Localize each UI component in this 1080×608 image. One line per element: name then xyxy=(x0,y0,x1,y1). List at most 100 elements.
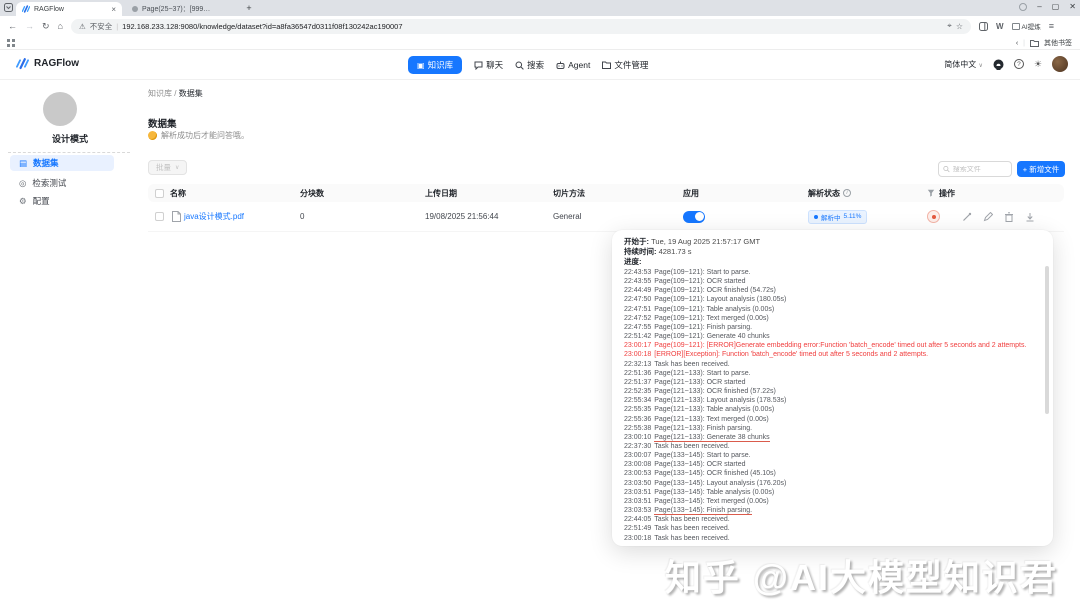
bookmark-star-icon[interactable]: ☆ xyxy=(956,22,963,31)
tab-title: Page(25~37)：[999… xyxy=(142,6,211,13)
theme-sun-icon[interactable]: ☀ xyxy=(1034,59,1042,70)
new-tab-button[interactable]: + xyxy=(244,3,254,13)
tab-close-icon[interactable]: × xyxy=(111,5,116,14)
gear-icon: ⚙ xyxy=(19,195,27,206)
main-nav: ▣ 知识库 聊天 搜索 Agent 文件管理 xyxy=(408,55,648,75)
url-bar[interactable]: ⚠ 不安全 | 192.168.233.128:9080/knowledge/d… xyxy=(70,18,971,34)
tab-favicon-icon xyxy=(132,6,138,12)
sidebar-divider xyxy=(8,152,130,153)
log-line: 22:51:49 Task has been received. xyxy=(624,525,730,533)
enable-toggle[interactable] xyxy=(683,210,705,223)
log-line: 22:55:38 Page(121~133): Finish parsing. xyxy=(624,424,753,432)
log-line: 22:47:50 Page(109~121): Layout analysis (… xyxy=(624,296,787,304)
header-right: 简体中文 ∨ ? ☀ xyxy=(944,56,1068,72)
log-line: 23:03:51 Page(133~145): Text merged (0.00… xyxy=(624,497,769,505)
user-avatar[interactable] xyxy=(1052,56,1068,72)
ragflow-logo[interactable]: RAGFlow xyxy=(16,57,79,70)
sidebar-item-label: 检索测试 xyxy=(32,178,67,188)
browser-menu-icon[interactable]: ≡ xyxy=(1049,21,1054,31)
tab-search-icon[interactable] xyxy=(4,3,14,13)
language-selector[interactable]: 简体中文 ∨ xyxy=(944,59,983,70)
folder-icon xyxy=(602,61,612,69)
help-icon[interactable]: ? xyxy=(1013,59,1024,69)
nav-label: 搜索 xyxy=(527,60,545,70)
stop-parsing-button[interactable] xyxy=(927,210,940,223)
back-icon[interactable]: ← xyxy=(8,21,17,31)
log-line: 22:47:51 Page(109~121): Table analysis (0… xyxy=(624,305,775,313)
nav-chat[interactable]: 聊天 xyxy=(474,59,503,71)
upload-date: 19/08/2025 21:56:44 xyxy=(425,212,499,221)
github-icon[interactable] xyxy=(993,59,1004,70)
col-upload-date: 上传日期 xyxy=(425,188,457,198)
log-line: 23:03:51 Page(133~145): Table analysis (0… xyxy=(624,488,775,496)
other-bookmarks[interactable]: ‹ | 其他书签 xyxy=(1016,37,1072,49)
browser-tab-inactive[interactable]: Page(25~37)：[999… xyxy=(126,2,238,16)
watermark: 知乎 @AI大模型知识君 xyxy=(664,557,1058,598)
dataset-icon: ▤ xyxy=(19,157,28,168)
bulk-label: 批量 xyxy=(156,163,171,172)
browser-profile-icon[interactable] xyxy=(1019,2,1028,11)
forward-icon[interactable]: → xyxy=(25,21,34,31)
log-line: 23:00:08 Page(133~145): OCR started xyxy=(624,461,746,469)
sidebar-item-label: 数据集 xyxy=(33,158,59,168)
edit-pencil-icon[interactable] xyxy=(983,211,993,222)
sidebar-item-retrieval-test[interactable]: ◎ 检索测试 xyxy=(10,175,114,191)
chevron-down-icon: ∨ xyxy=(175,165,180,171)
table-row: java设计模式.pdf 0 19/08/2025 21:56:44 Gener… xyxy=(148,202,1064,232)
ragflow-logo-icon xyxy=(16,58,29,70)
nav-agent[interactable]: Agent xyxy=(556,60,590,70)
bulk-button[interactable]: 批量 ∨ xyxy=(148,160,188,175)
maximize-button[interactable]: ▢ xyxy=(1052,2,1060,11)
breadcrumb-separator: / xyxy=(174,89,177,98)
delete-trash-icon[interactable] xyxy=(1004,211,1014,222)
log-progress-label: 进度: xyxy=(624,257,642,266)
nav-search[interactable]: 搜索 xyxy=(515,59,544,71)
extension-label: AI提炼 xyxy=(1021,24,1041,31)
close-button[interactable]: ✕ xyxy=(1069,2,1076,11)
chevron-left-icon[interactable]: ‹ xyxy=(1016,40,1018,47)
popup-scrollbar-thumb[interactable] xyxy=(1045,266,1049,414)
nav-knowledge-base[interactable]: ▣ 知识库 xyxy=(408,56,463,74)
sidebar-item-config[interactable]: ⚙ 配置 xyxy=(10,193,114,209)
log-line: 23:00:18 [ERROR][Exception]: Function 'ba… xyxy=(624,351,929,359)
status-badge[interactable]: 解析中 5.11% xyxy=(808,209,868,224)
info-icon[interactable]: i xyxy=(843,189,851,197)
download-icon[interactable] xyxy=(1025,212,1035,222)
breadcrumb-root[interactable]: 知识库 xyxy=(148,89,172,98)
table-header: 名称 分块数 上传日期 切片方法 应用 解析状态 i 操作 xyxy=(148,184,1064,202)
reload-icon[interactable]: ↻ xyxy=(42,21,50,32)
status-text: 解析中 xyxy=(821,214,841,222)
breadcrumb: 知识库 / 数据集 xyxy=(148,88,203,99)
share-pin-icon[interactable]: ⌖ xyxy=(947,21,952,31)
nav-file-management[interactable]: 文件管理 xyxy=(602,59,648,71)
other-bookmarks-label: 其他书签 xyxy=(1044,40,1072,47)
ai-extension-chip[interactable]: AI提炼 xyxy=(1011,21,1041,31)
minimize-button[interactable]: – xyxy=(1037,2,1041,11)
file-name-link[interactable]: java设计模式.pdf xyxy=(184,211,244,222)
apps-grid-icon[interactable] xyxy=(7,39,15,47)
row-checkbox[interactable] xyxy=(155,212,164,221)
status-filter[interactable] xyxy=(927,184,935,202)
kb-avatar xyxy=(43,92,77,126)
row-actions xyxy=(962,202,1035,231)
side-panel-icon[interactable] xyxy=(978,21,988,31)
home-icon[interactable]: ⌂ xyxy=(58,21,63,31)
status-progress: 5.11% xyxy=(843,213,862,220)
select-all-checkbox[interactable] xyxy=(155,188,164,198)
page-subtitle-text: 解析成功后才能问答哦。 xyxy=(161,131,249,140)
page-title: 数据集 xyxy=(148,119,177,130)
col-enabled: 应用 xyxy=(683,188,699,198)
language-label: 简体中文 xyxy=(944,59,977,69)
log-line: 23:00:53 Page(133~145): OCR finished (45.… xyxy=(624,470,776,478)
nav-label: 聊天 xyxy=(486,60,504,70)
window-controls: – ▢ ✕ xyxy=(1019,2,1076,11)
parse-tool-icon[interactable] xyxy=(962,212,972,222)
browser-tab-active[interactable]: RAGFlow × xyxy=(16,2,122,16)
add-file-button[interactable]: + 新增文件 xyxy=(1017,161,1065,177)
pdf-file-icon xyxy=(172,211,181,222)
sidebar-item-dataset[interactable]: ▤ 数据集 xyxy=(10,155,114,171)
log-line: 23:00:18 Task has been received. xyxy=(624,534,730,542)
search-input[interactable] xyxy=(952,165,1007,173)
log-line: 22:43:53 Page(109~121): Start to parse. xyxy=(624,269,751,276)
extension-w-icon[interactable]: W xyxy=(996,22,1004,31)
